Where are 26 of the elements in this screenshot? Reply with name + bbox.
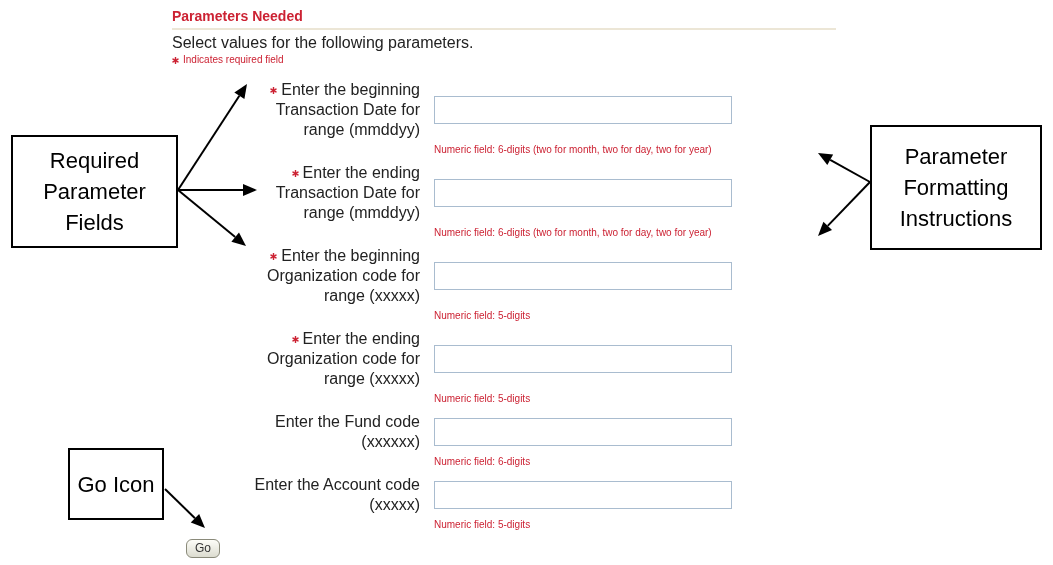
callout-text: Required Parameter Fields [42, 147, 147, 237]
field-label: Enter the ending Transaction Date for range (mmddyy) [274, 163, 420, 223]
format-hint: Numeric field: 5-digits [434, 519, 532, 531]
callout-text: Go Icon [77, 470, 155, 499]
format-hint: Numeric field: 5-digits [434, 393, 532, 405]
input-field[interactable] [434, 418, 732, 446]
section-title: Parameters Needed [172, 8, 836, 30]
required-icon [172, 56, 179, 64]
go-button[interactable]: Go [186, 538, 220, 558]
input-field[interactable] [434, 481, 732, 509]
format-hint: Numeric field: 6-digits (two for month, two for day, two for year) [434, 227, 713, 239]
field-label: Enter the Account code (xxxxx) [253, 475, 420, 515]
format-hint: Numeric field: 6-digits (two for month, two for day, two for year) [434, 144, 713, 156]
input-field[interactable] [434, 262, 732, 290]
input-field[interactable] [434, 345, 732, 373]
required-note: Indicates required field [183, 54, 284, 66]
field-label: Enter the ending Organization code for range (xxxxx) [266, 329, 420, 389]
instruction-text: Select values for the following parameters. [172, 34, 475, 52]
input-field[interactable] [434, 96, 732, 124]
format-hint: Numeric field: 5-digits [434, 310, 532, 322]
callout-text: Parameter Formatting Instructions [898, 143, 1014, 233]
field-label: Enter the beginning Transaction Date for range (mmddyy) [236, 80, 420, 140]
field-label: Enter the beginning Organization code for range (xxxxx) [266, 246, 420, 306]
input-field[interactable] [434, 179, 732, 207]
format-hint: Numeric field: 6-digits [434, 456, 532, 468]
field-label: Enter the Fund code (xxxxxx) [274, 412, 420, 452]
